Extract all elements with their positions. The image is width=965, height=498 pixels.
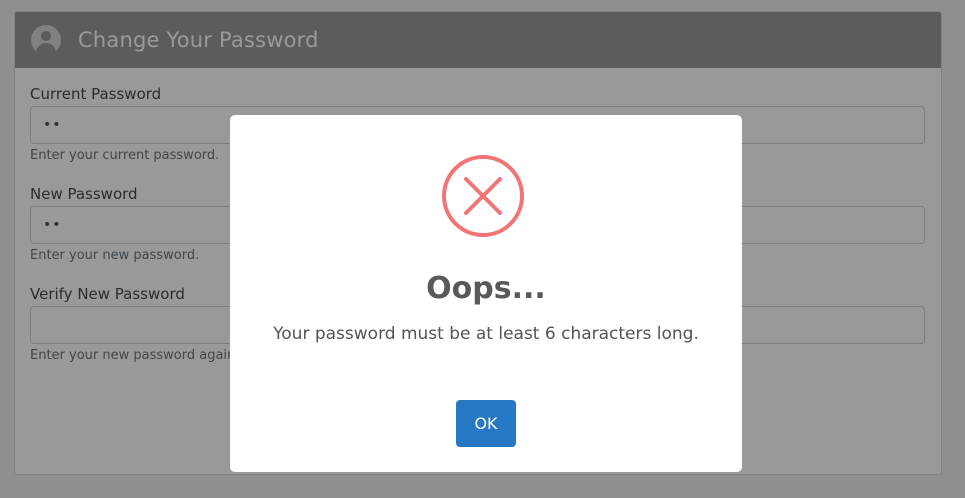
error-dialog: Oops... Your password must be at least 6… (230, 115, 742, 472)
dialog-title: Oops... (426, 271, 546, 306)
dialog-message: Your password must be at least 6 charact… (273, 324, 699, 344)
error-x-icon (442, 155, 524, 237)
ok-button[interactable]: OK (456, 400, 516, 447)
